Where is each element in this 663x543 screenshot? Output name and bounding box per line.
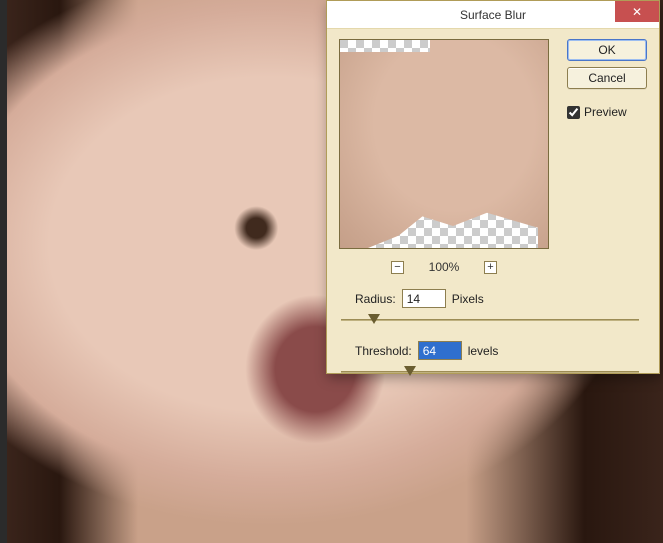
threshold-input[interactable] — [418, 341, 462, 360]
zoom-in-button[interactable]: + — [484, 261, 497, 274]
close-button[interactable]: ✕ — [615, 1, 659, 22]
threshold-label: Threshold: — [355, 344, 412, 358]
workspace: Surface Blur ✕ − 100% + — [0, 0, 663, 543]
cancel-button[interactable]: Cancel — [567, 67, 647, 89]
zoom-percent: 100% — [426, 260, 462, 274]
app-chrome-edge — [0, 0, 7, 543]
preview-thumbnail[interactable] — [339, 39, 549, 249]
zoom-out-button[interactable]: − — [391, 261, 404, 274]
threshold-slider-thumb[interactable] — [404, 366, 416, 376]
plus-icon: + — [487, 262, 493, 273]
minus-icon: − — [394, 262, 400, 273]
radius-input[interactable] — [402, 289, 446, 308]
dialog-titlebar[interactable]: Surface Blur ✕ — [327, 1, 659, 29]
preview-checkbox-label: Preview — [584, 105, 627, 119]
button-label: OK — [598, 43, 615, 57]
slider-track-line — [341, 371, 639, 373]
close-icon: ✕ — [632, 5, 642, 19]
surface-blur-dialog: Surface Blur ✕ − 100% + — [326, 0, 660, 374]
dialog-button-column: OK Cancel Preview — [567, 39, 647, 119]
transparency-region — [340, 40, 430, 52]
threshold-slider[interactable] — [341, 364, 639, 380]
slider-track-line — [341, 319, 639, 321]
preview-image — [340, 40, 548, 248]
dialog-body: − 100% + OK Cancel Preview — [327, 29, 659, 373]
radius-label: Radius: — [355, 292, 396, 306]
threshold-unit: levels — [468, 344, 499, 358]
button-label: Cancel — [588, 71, 625, 85]
transparency-region — [368, 204, 538, 248]
radius-slider-thumb[interactable] — [368, 314, 380, 324]
preview-checkbox-row[interactable]: Preview — [567, 105, 647, 119]
zoom-controls: − 100% + — [339, 257, 549, 277]
preview-checkbox[interactable] — [567, 106, 580, 119]
radius-row: Radius: Pixels — [355, 289, 641, 308]
ok-button[interactable]: OK — [567, 39, 647, 61]
radius-slider[interactable] — [341, 312, 639, 328]
radius-group: Radius: Pixels — [341, 289, 641, 328]
radius-unit: Pixels — [452, 292, 484, 306]
threshold-row: Threshold: levels — [355, 341, 641, 360]
dialog-title: Surface Blur — [327, 8, 659, 22]
threshold-group: Threshold: levels — [341, 341, 641, 380]
